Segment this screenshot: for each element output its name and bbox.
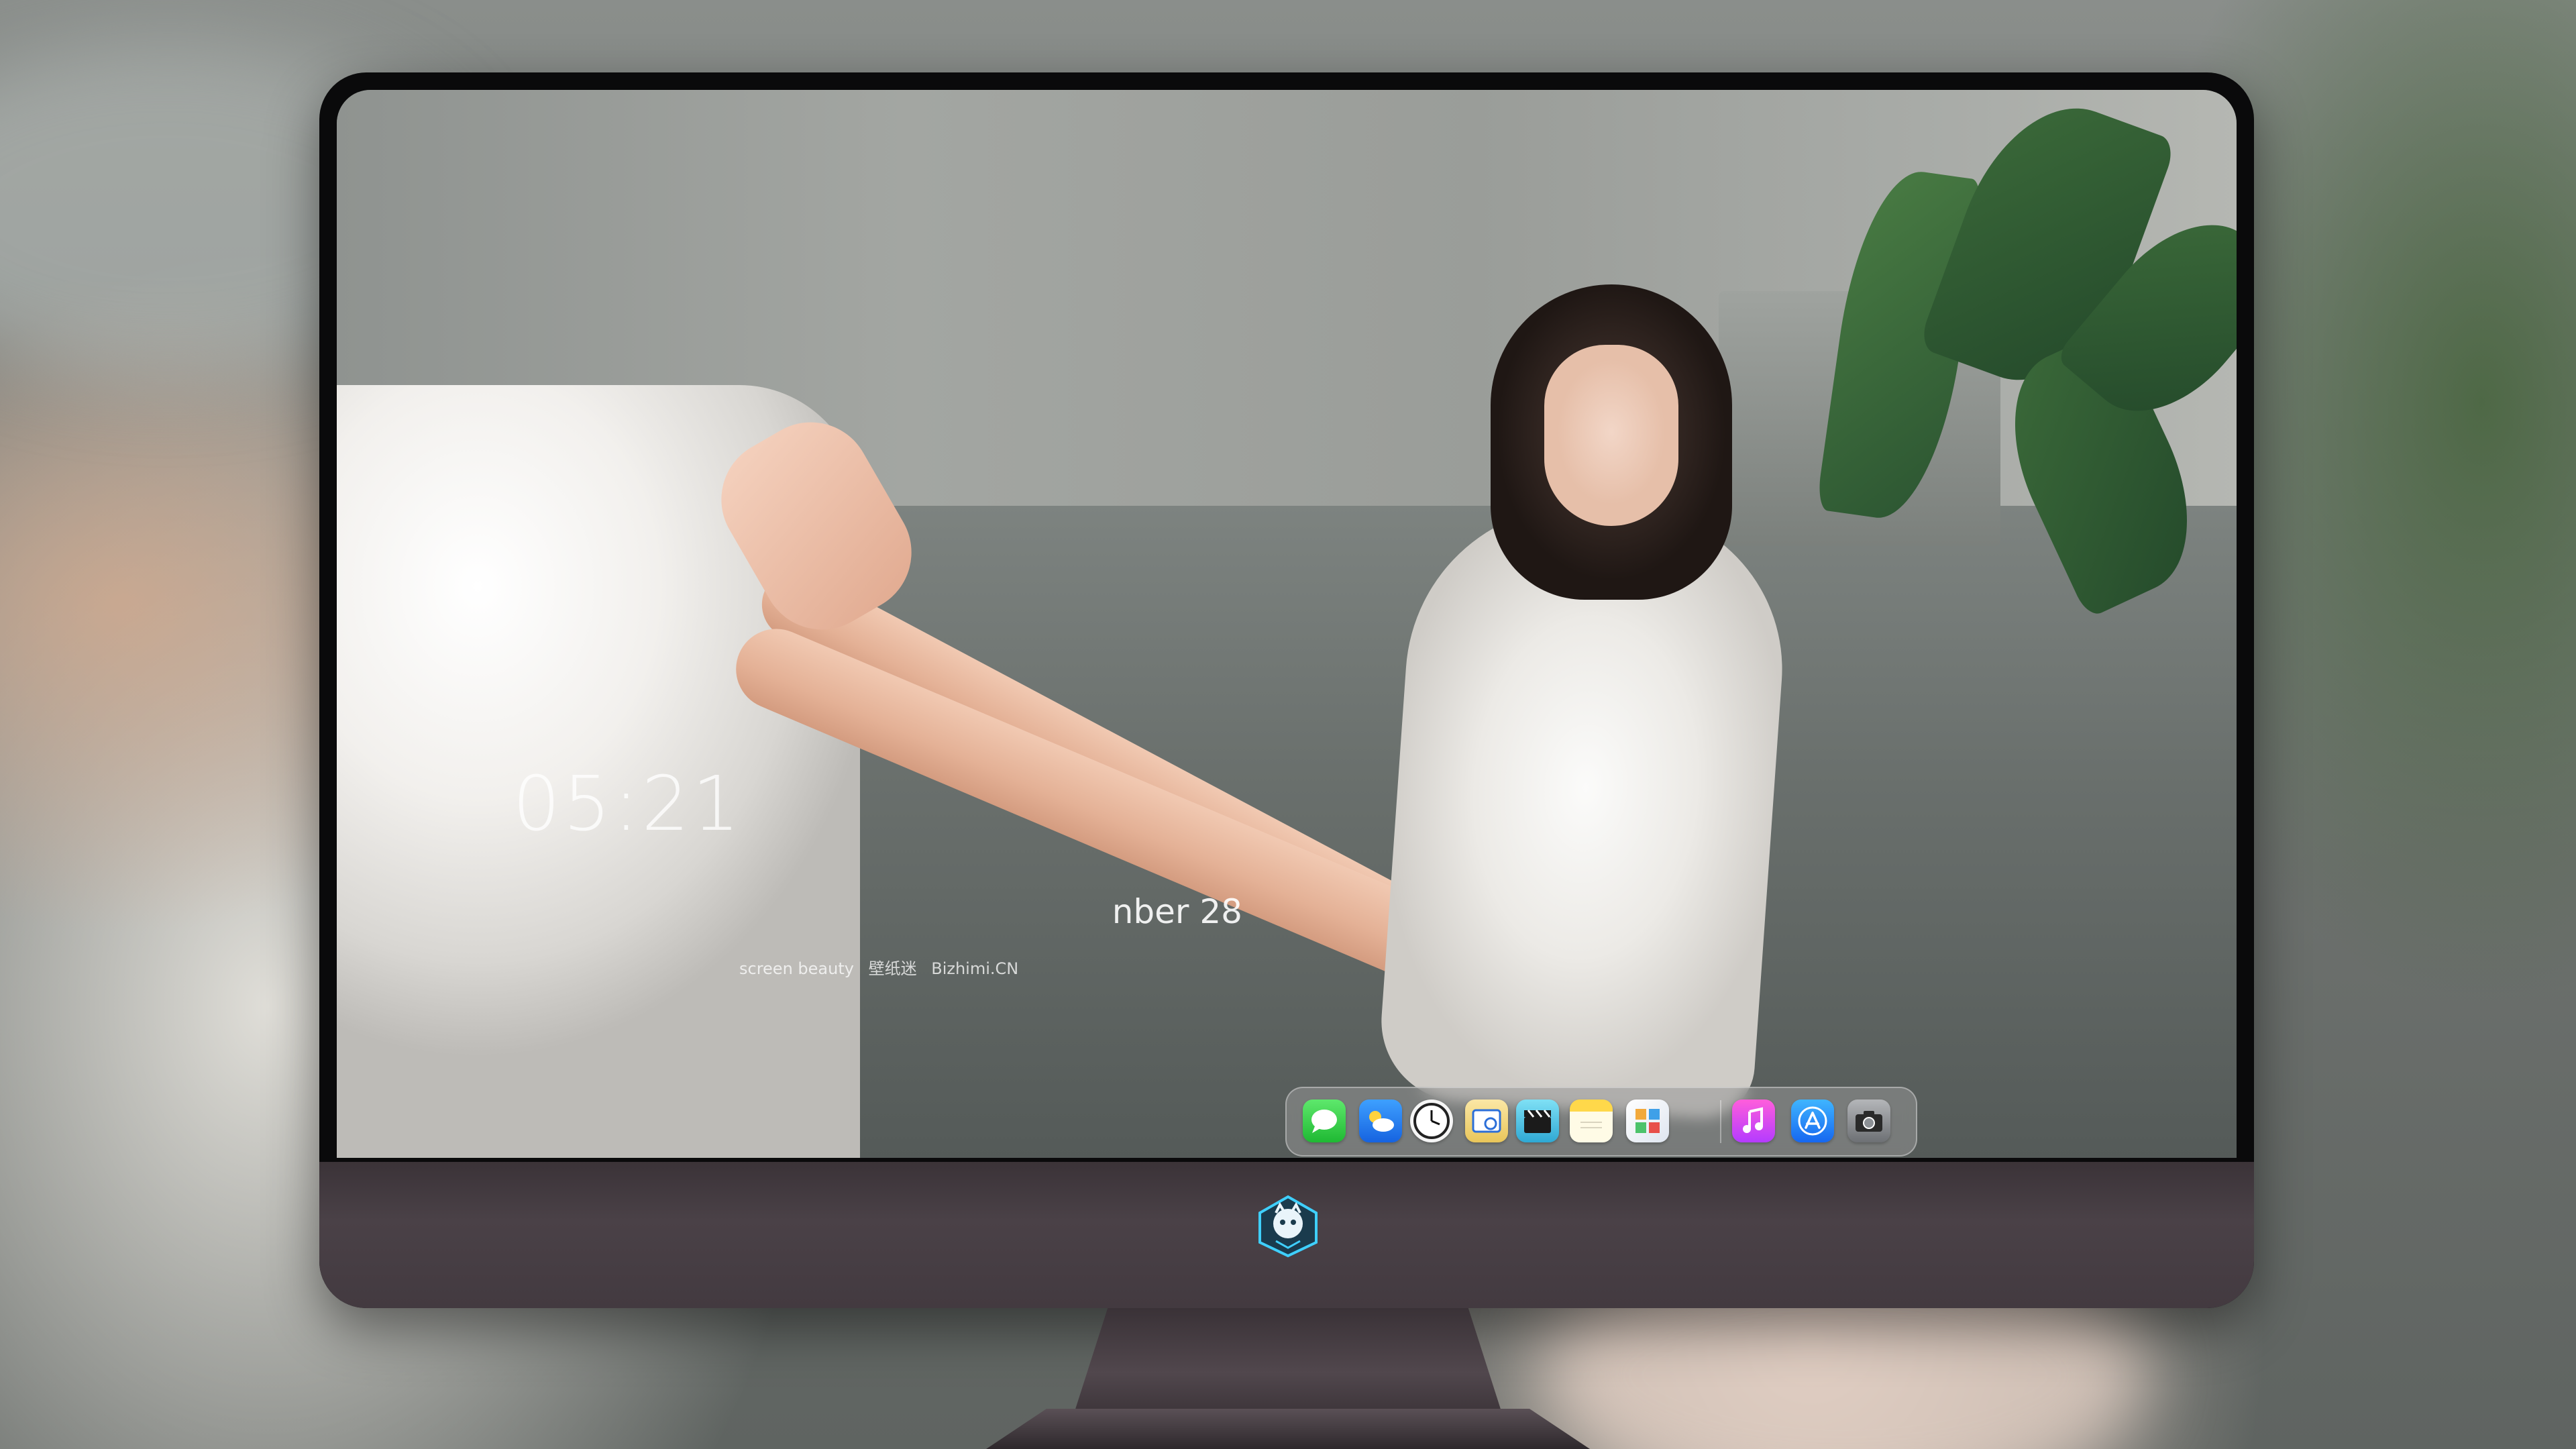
lockscreen-clock: 05:21 xyxy=(513,761,743,848)
wallpaper-screen: 05:21 nber 28 screen beauty 壁纸迷 Bizhimi.… xyxy=(337,90,2237,1158)
credit-text: Bizhimi.CN xyxy=(931,959,1019,978)
monitor-stand xyxy=(1073,1308,1503,1415)
music-app-icon[interactable] xyxy=(1732,1099,1775,1142)
wallpaper-figure-face xyxy=(1544,345,1678,526)
clips-app-icon[interactable] xyxy=(1516,1099,1559,1142)
camera-app-icon[interactable] xyxy=(1847,1099,1890,1142)
app-store-icon[interactable] xyxy=(1791,1099,1834,1142)
credit-text: 壁纸迷 xyxy=(868,959,917,978)
lockscreen-date: nber 28 xyxy=(1112,892,1242,931)
monitor-stand-base xyxy=(986,1409,1590,1449)
monitor: 05:21 nber 28 screen beauty 壁纸迷 Bizhimi.… xyxy=(319,72,2254,1308)
brand-logo-icon xyxy=(1256,1194,1320,1258)
dock xyxy=(1285,1087,1917,1157)
dock-separator xyxy=(1720,1100,1721,1143)
credit-text: screen beauty xyxy=(739,959,854,978)
photos-grid-app-icon[interactable] xyxy=(1626,1099,1669,1142)
weather-app-icon[interactable] xyxy=(1359,1099,1402,1142)
blurred-background: 05:21 nber 28 screen beauty 壁纸迷 Bizhimi.… xyxy=(0,0,2576,1449)
preview-app-icon[interactable] xyxy=(1465,1099,1508,1142)
clock-app-icon[interactable] xyxy=(1410,1099,1453,1142)
wallpaper-credit: screen beauty 壁纸迷 Bizhimi.CN xyxy=(739,955,1028,979)
notes-app-icon[interactable] xyxy=(1570,1099,1613,1142)
messages-app-icon[interactable] xyxy=(1303,1099,1346,1142)
